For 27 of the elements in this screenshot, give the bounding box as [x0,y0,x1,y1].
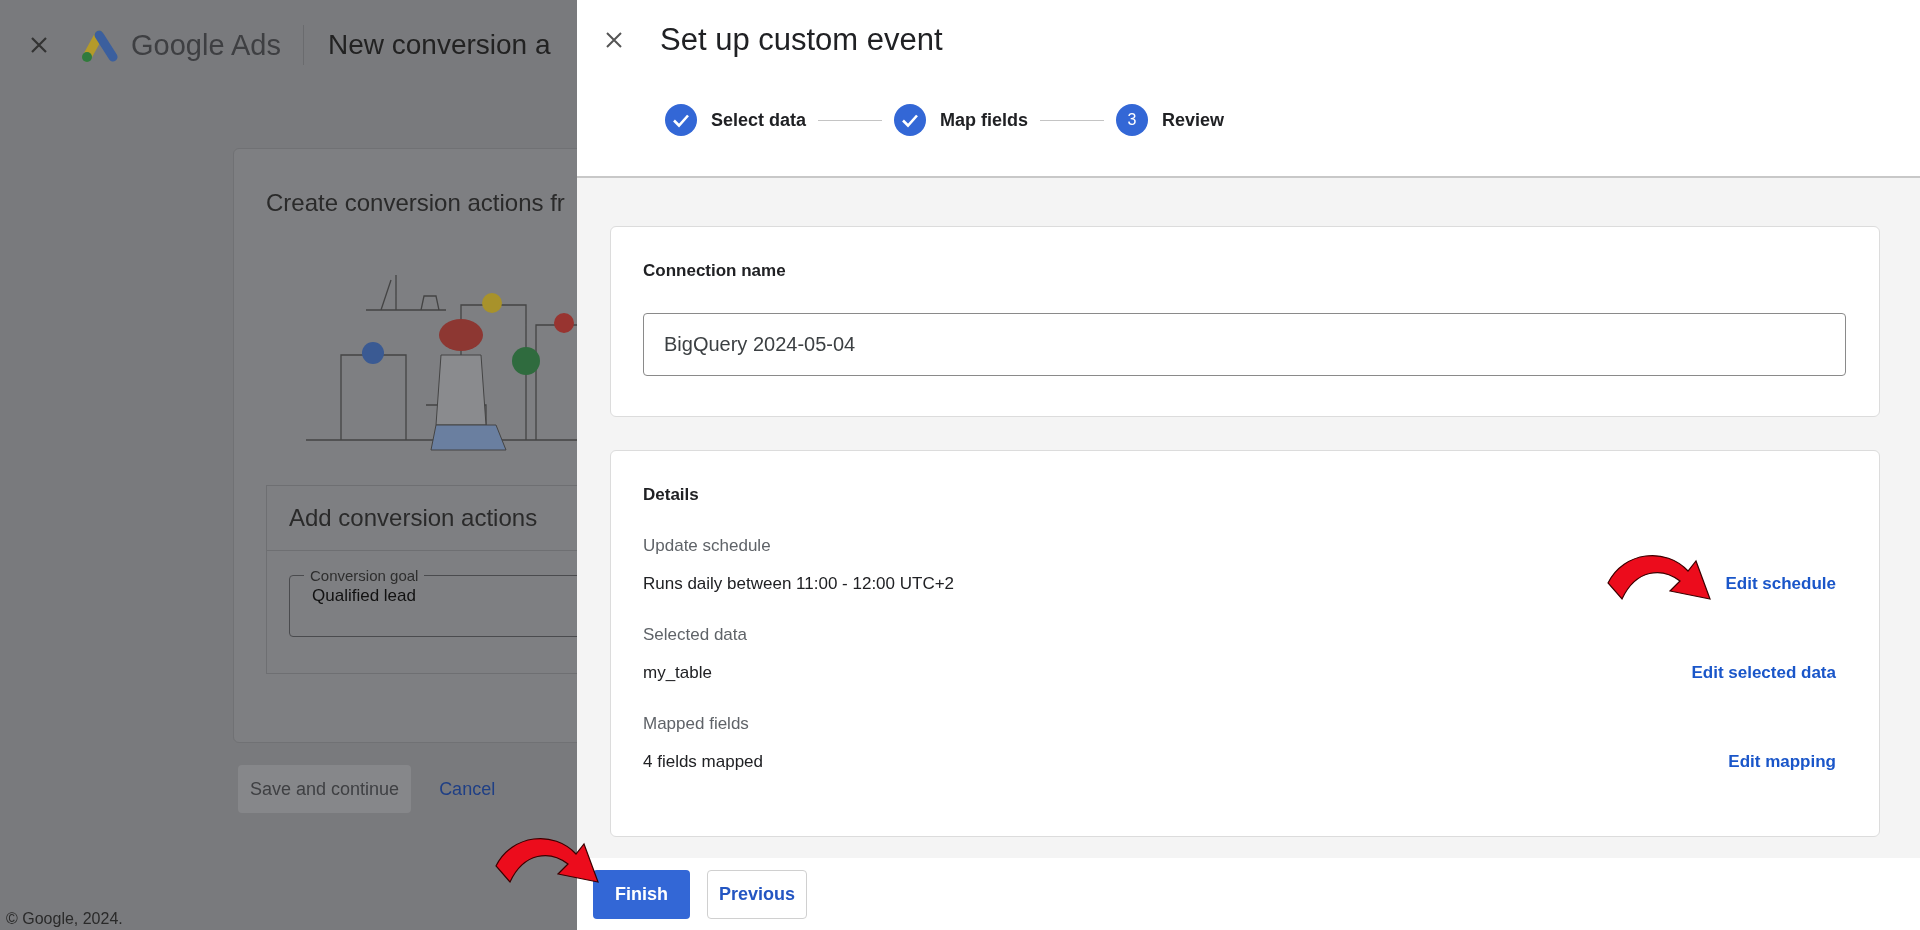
close-icon[interactable] [604,30,624,50]
card-title: Details [643,485,700,505]
edit-link[interactable]: Edit mapping [1728,752,1836,772]
detail-value: Runs daily between 11:00 - 12:00 UTC+2 [643,574,955,594]
step-number: 3 [1116,104,1149,136]
card-title: Create conversion actions fr [266,189,566,217]
step-label: Map fields [940,109,1029,131]
connection-name-field[interactable]: BigQuery 2024-05-04 [643,313,1846,376]
card-title: Connection name [643,261,787,281]
step-label: Review [1162,109,1225,131]
copyright-text: © Google, 2024. [6,910,123,928]
edit-link[interactable]: Edit schedule [1725,574,1836,594]
page-title: New conversion a [327,29,551,61]
close-icon[interactable] [29,35,49,55]
detail-label: Selected data [643,625,747,645]
detail-label: Update schedule [643,536,772,556]
field-value: Qualified lead [312,586,416,605]
step-label: Select data [711,109,807,131]
finish-button[interactable]: Finish [593,869,690,919]
dialog-title: Set up custom event [660,22,943,58]
detail-value: my_table [643,663,713,683]
previous-button[interactable]: Previous [707,869,808,919]
product-name: Google Ads [131,28,281,62]
field-label: Conversion goal [309,567,420,584]
detail-value: 4 fields mapped [643,752,764,772]
edit-link[interactable]: Edit selected data [1691,663,1836,683]
detail-label: Mapped fields [643,714,750,734]
